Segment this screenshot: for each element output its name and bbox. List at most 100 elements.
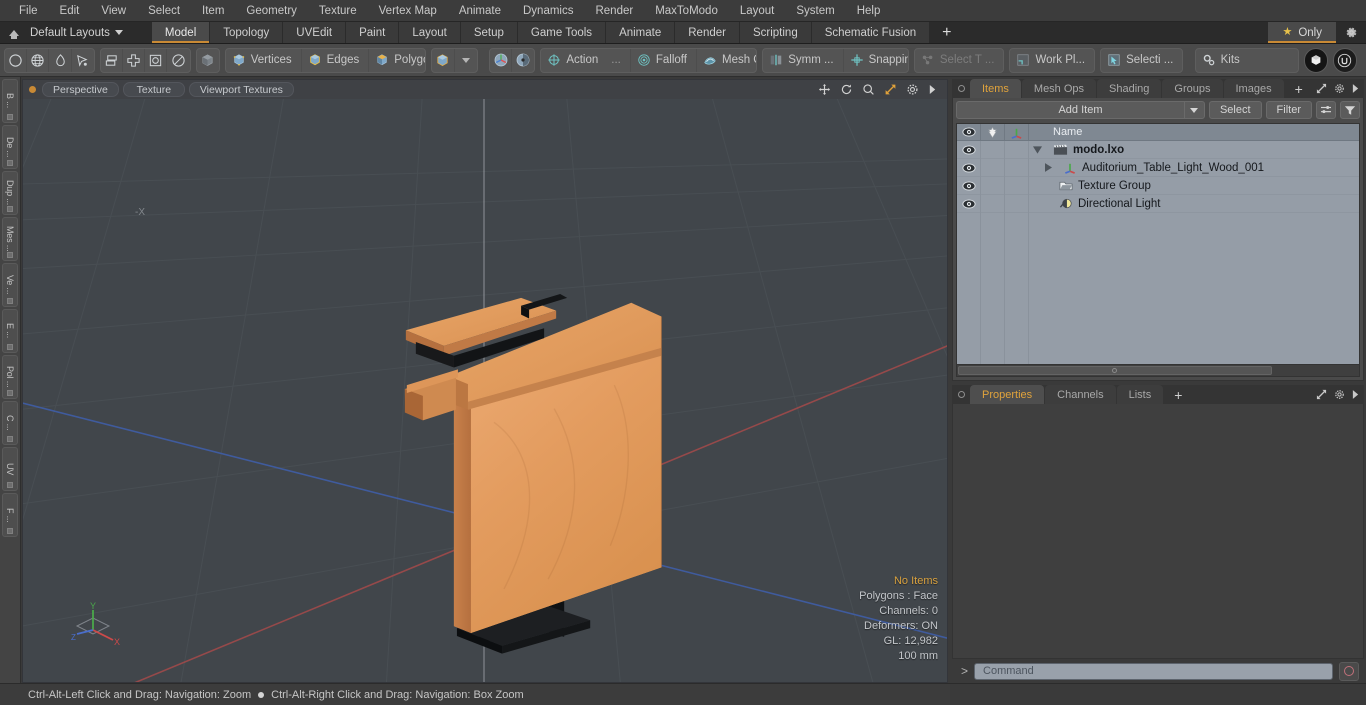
vtab-fusion[interactable]: F ...	[2, 493, 18, 537]
sphere-axis-icon[interactable]	[490, 48, 513, 72]
layout-tab-game-tools[interactable]: Game Tools	[517, 22, 607, 43]
pan-icon[interactable]	[818, 83, 831, 96]
move-cross-icon[interactable]	[123, 48, 146, 72]
lock-plus-icon[interactable]	[981, 124, 1005, 140]
selection-mode-vertices[interactable]: Vertices	[226, 48, 302, 72]
selection-mode-polygons[interactable]: Polygons	[369, 49, 425, 72]
cube-blue-icon[interactable]	[432, 48, 455, 72]
gear-icon[interactable]	[1334, 83, 1345, 94]
item-tree-row-mesh[interactable]: Auditorium_Table_Light_Wood_001	[1029, 161, 1359, 174]
stack-icon[interactable]	[101, 48, 123, 72]
axis-cell[interactable]	[1005, 158, 1029, 177]
expand-arrows-icon[interactable]	[1316, 389, 1327, 400]
menu-item-edit[interactable]: Edit	[49, 0, 91, 22]
table-row[interactable]: modo.lxo	[957, 140, 1359, 159]
viewport-3d[interactable]: -X Y X Z No Items Polygons : Face Channe…	[22, 99, 948, 683]
item-tree[interactable]: Name modo.lxo Auditorium_Table_Light_Woo…	[956, 123, 1360, 365]
menu-item-render[interactable]: Render	[584, 0, 644, 22]
panel-tab-images[interactable]: Images	[1223, 79, 1284, 98]
sphere-axis-dark-icon[interactable]	[512, 49, 534, 72]
add-panel-tab-button[interactable]: +	[1285, 79, 1313, 98]
expander-open-icon[interactable]	[1033, 145, 1049, 154]
menu-item-select[interactable]: Select	[137, 0, 191, 22]
menu-item-item[interactable]: Item	[191, 0, 235, 22]
funnel-icon[interactable]	[1340, 101, 1360, 119]
add-layout-tab-button[interactable]: +	[930, 22, 963, 43]
layout-tab-animate[interactable]: Animate	[606, 22, 676, 43]
menu-item-view[interactable]: View	[90, 0, 137, 22]
menu-item-texture[interactable]: Texture	[308, 0, 368, 22]
selection-sets-dropdown[interactable]: Selecti ...	[1100, 47, 1184, 73]
menu-item-system[interactable]: System	[785, 0, 845, 22]
unreal-icon[interactable]	[1332, 47, 1357, 73]
chevron-down-icon[interactable]	[455, 49, 477, 72]
add-properties-tab-button[interactable]: +	[1164, 385, 1192, 404]
snapping-dropdown[interactable]: Snapping	[844, 49, 908, 72]
layout-tab-setup[interactable]: Setup	[460, 22, 518, 43]
menu-item-animate[interactable]: Animate	[448, 0, 512, 22]
globe-icon[interactable]	[27, 48, 50, 72]
chevron-right-icon[interactable]	[1352, 390, 1359, 399]
item-tree-row-directional-light[interactable]: Directional Light	[1029, 197, 1359, 210]
layout-tab-layout[interactable]: Layout	[399, 22, 461, 43]
menu-item-dynamics[interactable]: Dynamics	[512, 0, 584, 22]
layout-tab-uvedit[interactable]: UVEdit	[283, 22, 347, 43]
viewport-shading-dropdown[interactable]: Texture	[122, 82, 185, 97]
expand-arrows-icon[interactable]	[1316, 83, 1327, 94]
viewport-menu-dot-icon[interactable]	[29, 86, 36, 93]
item-tree-row-scene[interactable]: modo.lxo	[1029, 144, 1359, 156]
menu-item-geometry[interactable]: Geometry	[235, 0, 308, 22]
viewport-textures-dropdown[interactable]: Viewport Textures	[188, 82, 294, 97]
lock-cell[interactable]	[981, 176, 1005, 195]
panel-tab-lists[interactable]: Lists	[1116, 385, 1164, 404]
item-tree-empty-area[interactable]	[957, 213, 1359, 364]
panel-tab-properties[interactable]: Properties	[970, 385, 1045, 404]
panel-tab-channels[interactable]: Channels	[1045, 385, 1116, 404]
properties-panel-menu-dot-icon[interactable]	[952, 385, 970, 404]
circle-icon[interactable]	[5, 48, 28, 72]
axis-icon[interactable]	[1005, 124, 1029, 140]
falloff-dropdown[interactable]: Falloff	[631, 48, 697, 72]
record-icon[interactable]	[1339, 661, 1359, 681]
vtab-basic[interactable]: B ...	[2, 79, 18, 123]
cube-grey-icon[interactable]	[195, 47, 220, 73]
layout-tab-schematic-fusion[interactable]: Schematic Fusion	[811, 22, 931, 43]
visibility-eye-icon[interactable]	[957, 176, 981, 195]
properties-panel-body[interactable]	[952, 404, 1364, 659]
vtab-duplicate[interactable]: Dup ...	[2, 171, 18, 215]
scrollbar-thumb[interactable]	[958, 366, 1272, 375]
only-toggle-button[interactable]: ★ Only	[1267, 22, 1336, 43]
workplane-dropdown[interactable]: Work Pl...	[1009, 47, 1096, 73]
layout-tab-render[interactable]: Render	[675, 22, 740, 43]
items-panel-menu-dot-icon[interactable]	[952, 79, 970, 98]
axis-cell[interactable]	[1005, 140, 1029, 159]
visibility-eye-icon[interactable]	[957, 194, 981, 213]
chevron-down-icon[interactable]	[1183, 102, 1204, 118]
panel-tab-items[interactable]: Items	[970, 79, 1021, 98]
vtab-curve[interactable]: C ...	[2, 401, 18, 445]
default-layouts-dropdown[interactable]: Default Layouts	[28, 22, 133, 43]
select-button[interactable]: Select	[1208, 101, 1262, 119]
vtab-mesh[interactable]: Mes ...	[2, 217, 18, 261]
kits-dropdown[interactable]: Kits	[1194, 47, 1299, 73]
item-tree-hscrollbar[interactable]	[956, 365, 1360, 377]
menu-item-file[interactable]: File	[8, 0, 49, 22]
add-item-button[interactable]: Add Item	[956, 101, 1205, 119]
lock-cell[interactable]	[981, 140, 1005, 159]
layout-tab-paint[interactable]: Paint	[346, 22, 400, 43]
chevron-right-icon[interactable]	[1352, 84, 1359, 93]
home-up-icon[interactable]	[0, 22, 28, 43]
command-input[interactable]: Command	[974, 662, 1333, 680]
axis-cell[interactable]	[1005, 176, 1029, 195]
visibility-eye-icon[interactable]	[957, 140, 981, 159]
symmetry-dropdown[interactable]: Symm ...	[763, 48, 844, 72]
selection-mode-edges[interactable]: Edges	[302, 48, 370, 72]
gear-icon[interactable]	[1334, 389, 1345, 400]
visibility-eye-icon[interactable]	[957, 124, 981, 140]
panel-tab-shading[interactable]: Shading	[1097, 79, 1162, 98]
rotate-icon[interactable]	[840, 83, 853, 96]
layout-tab-topology[interactable]: Topology	[210, 22, 284, 43]
chevron-right-icon[interactable]	[928, 84, 937, 95]
vtab-polygon[interactable]: Pol ...	[2, 355, 18, 399]
table-row[interactable]: Directional Light	[957, 194, 1359, 213]
